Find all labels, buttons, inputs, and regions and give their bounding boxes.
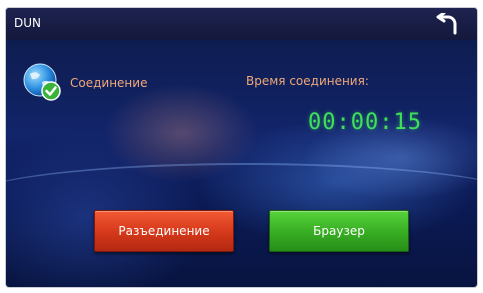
window-title: DUN [14,16,41,30]
connection-timer: 00:00:15 [308,110,422,135]
browser-button[interactable]: Браузер [269,210,409,252]
title-bar: DUN [6,8,477,40]
back-button[interactable] [433,11,463,37]
globe-check-icon [23,63,61,101]
browser-button-label: Браузер [313,224,365,238]
disconnect-button[interactable]: Разъединение [94,210,234,252]
dun-screen: DUN Соединение Время соединения: 00:00:1… [6,8,477,287]
back-arrow-icon [436,13,457,35]
connection-time-label: Время соединения: [246,74,369,88]
connection-status-label: Соединение [70,76,148,90]
disconnect-button-label: Разъединение [118,224,210,238]
